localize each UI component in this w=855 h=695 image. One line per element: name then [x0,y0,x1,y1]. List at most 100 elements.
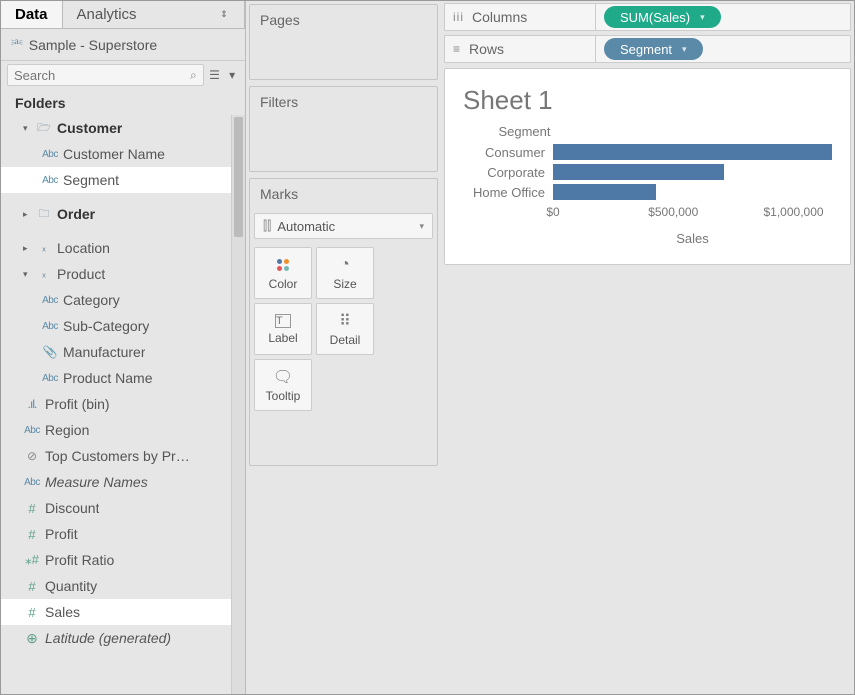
chart-row[interactable]: Home Office [457,182,832,202]
folder-icon: 🗀 [35,205,53,224]
field-discount[interactable]: #Discount [1,495,245,521]
marks-shelf: Marks ⫿⫿ Automatic ▾ Color ◔ Size T Labe… [249,178,438,466]
caret-right-icon: ▸ [23,243,35,254]
columns-label: Columns [472,9,527,25]
rows-label: Rows [469,41,504,57]
folder-open-icon: 🗁 [35,119,53,138]
columns-shelf[interactable]: iii Columns SUM(Sales) ▾ [444,3,851,31]
field-label: Product Name [59,370,152,386]
number-icon: # [23,579,41,594]
folder-order[interactable]: ▸🗀Order [1,201,245,227]
field-customer-name[interactable]: AbcCustomer Name [1,141,245,167]
pages-shelf[interactable]: Pages [249,4,438,80]
abc-icon: Abc [41,321,59,332]
search-input[interactable] [14,68,190,83]
field-sales[interactable]: #Sales [1,599,245,625]
field-manufacturer[interactable]: 📎Manufacturer [1,339,245,365]
field-quantity[interactable]: #Quantity [1,573,245,599]
menu-dropdown-icon[interactable]: ▾ [225,66,239,84]
field-region[interactable]: AbcRegion [1,417,245,443]
chevron-updown-icon: ⇕ [218,9,230,20]
category-label: Consumer [457,145,553,160]
tab-analytics[interactable]: Analytics ⇕ [63,1,245,28]
field-latitude[interactable]: ⊕Latitude (generated) [1,625,245,651]
dim-header: Segment [217,124,832,139]
folder-label: Order [53,206,95,222]
marks-color[interactable]: Color [254,247,312,299]
hierarchy-icon: ₓ [35,268,53,280]
worksheet-viz: Sheet 1 Segment ConsumerCorporateHome Of… [444,68,851,265]
datasource-name: Sample - Superstore [29,37,157,53]
field-profit-ratio[interactable]: ⁎#Profit Ratio [1,547,245,573]
folder-label: Product [53,266,105,282]
abc-icon: Abc [41,175,59,186]
field-segment[interactable]: AbcSegment [1,167,245,193]
field-label: Sub-Category [59,318,149,334]
search-input-wrapper[interactable]: ⌕ [7,64,204,86]
field-label: Category [59,292,120,308]
filters-title: Filters [250,87,437,117]
color-icon [277,256,289,274]
field-label: Top Customers by Pr… [41,448,190,464]
caret-down-icon: ▾ [23,269,35,280]
field-product-name[interactable]: AbcProduct Name [1,365,245,391]
view-list-icon[interactable]: ☰ [208,66,222,84]
pill-label: SUM(Sales) [620,10,690,25]
marks-type-label: Automatic [271,219,419,234]
pill-segment[interactable]: Segment▾ [604,38,703,60]
marks-tooltip[interactable]: 🗨 Tooltip [254,359,312,411]
axis-tick: $1,000,000 [763,205,823,219]
field-measure-names[interactable]: AbcMeasure Names [1,469,245,495]
marks-label[interactable]: T Label [254,303,312,355]
axis-tick: $500,000 [648,205,698,219]
abc-icon: Abc [41,149,59,160]
field-label: Region [41,422,89,438]
columns-icon: iii [453,10,464,24]
marks-label: Detail [330,333,361,347]
field-profit-bin[interactable]: .ıl.Profit (bin) [1,391,245,417]
scroll-thumb[interactable] [234,117,243,237]
chevron-down-icon: ▾ [419,221,424,232]
field-category[interactable]: AbcCategory [1,287,245,313]
number-icon: # [23,605,41,620]
abc-icon: Abc [41,373,59,384]
chevron-down-icon: ▾ [700,12,705,23]
marks-type-select[interactable]: ⫿⫿ Automatic ▾ [254,213,433,239]
marks-size[interactable]: ◔ Size [316,247,374,299]
field-label: Profit [41,526,78,542]
category-label: Home Office [457,185,553,200]
field-profit[interactable]: #Profit [1,521,245,547]
number-icon: # [23,527,41,542]
marks-detail[interactable]: ⠿ Detail [316,303,374,355]
folder-product[interactable]: ▾ₓProduct [1,261,245,287]
folder-location[interactable]: ▸ₓLocation [1,235,245,261]
rows-shelf[interactable]: ≡Rows Segment▾ [444,35,851,63]
marks-label: Size [333,277,356,291]
tab-data[interactable]: Data [1,1,63,28]
caret-right-icon: ▸ [23,209,35,220]
hierarchy-icon: ₓ [35,242,53,254]
marks-label: Tooltip [266,389,301,403]
x-axis[interactable]: $0$500,000$1,000,000 [553,205,832,229]
field-label: Segment [59,172,119,188]
axis-tick: $0 [546,205,559,219]
datasource-row[interactable]: ⎃ Sample - Superstore [1,29,245,61]
bar[interactable] [553,144,832,160]
marks-title: Marks [250,179,437,209]
pill-sum-sales[interactable]: SUM(Sales) ▾ [604,6,721,28]
bars-container: Consumer Corporate Home Office [457,142,832,202]
abc-icon: Abc [23,425,41,436]
field-subcategory[interactable]: AbcSub-Category [1,313,245,339]
scrollbar[interactable] [231,115,245,694]
folder-customer[interactable]: ▾🗁Customer [1,115,245,141]
chart-row[interactable]: Corporate [457,162,832,182]
sheet-title[interactable]: Sheet 1 [457,81,832,124]
paperclip-icon: 📎 [41,345,59,359]
bar[interactable] [553,164,724,180]
bar[interactable] [553,184,656,200]
tooltip-icon: 🗨 [273,368,293,386]
chart-row[interactable]: Consumer [457,142,832,162]
field-top-customers[interactable]: ⊘Top Customers by Pr… [1,443,245,469]
chevron-down-icon: ▾ [682,44,687,55]
set-icon: ⊘ [23,449,41,463]
